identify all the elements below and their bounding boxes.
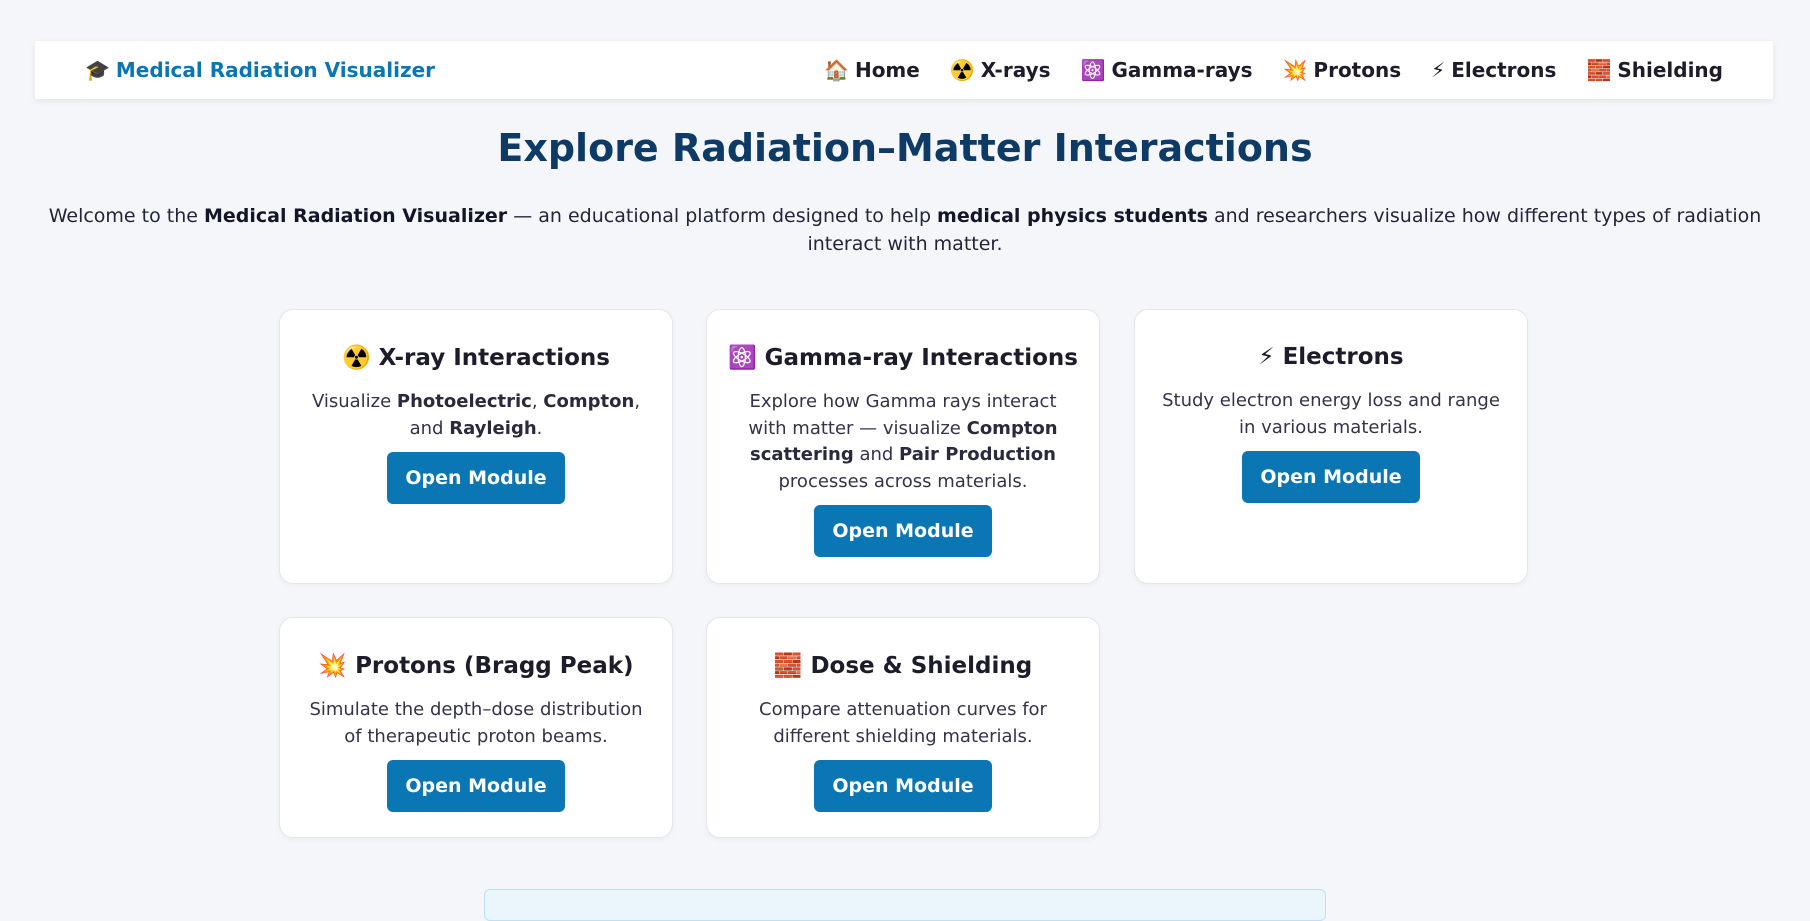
desc-text: , bbox=[531, 391, 544, 412]
card-dose-shielding: 🧱 Dose & Shielding Compare attenuation c… bbox=[706, 617, 1100, 838]
card-description: Study electron energy loss and range in … bbox=[1162, 390, 1500, 438]
card-title-label: Electrons bbox=[1282, 344, 1404, 370]
card-title-label: X-ray Interactions bbox=[378, 344, 610, 371]
desc-bold: Pair Production bbox=[899, 444, 1056, 465]
atom-icon: ⚛️ bbox=[728, 345, 757, 371]
card-protons: 💥 Protons (Bragg Peak) Simulate the dept… bbox=[279, 617, 673, 838]
radioactive-icon: ☢️ bbox=[342, 345, 371, 371]
intro-text: Welcome to the Medical Radiation Visuali… bbox=[30, 202, 1780, 258]
brick-icon: 🧱 bbox=[773, 653, 803, 679]
desc-bold: Rayleigh bbox=[449, 417, 537, 439]
card-title: 💥 Protons (Bragg Peak) bbox=[306, 652, 646, 680]
open-module-button[interactable]: Open Module bbox=[814, 505, 992, 557]
intro-text-part: — an educational platform designed to he… bbox=[507, 205, 938, 227]
nav-item-label: Protons bbox=[1313, 58, 1402, 82]
desc-text: . bbox=[536, 417, 543, 439]
nav-item-electrons[interactable]: ⚡ Electrons bbox=[1431, 58, 1556, 82]
card-title-label: Gamma-ray Interactions bbox=[764, 344, 1078, 371]
info-panel bbox=[484, 889, 1326, 921]
intro-bold-part: Medical Radiation Visualizer bbox=[204, 205, 508, 227]
nav-item-label: Gamma-rays bbox=[1111, 58, 1253, 82]
card-description: Explore how Gamma rays interact with mat… bbox=[733, 389, 1073, 495]
card-title: ☢️ X-ray Interactions bbox=[306, 344, 646, 372]
nav-item-label: Electrons bbox=[1451, 58, 1557, 82]
top-navbar: 🎓 Medical Radiation Visualizer 🏠 Home ☢️… bbox=[35, 41, 1773, 99]
open-module-button[interactable]: Open Module bbox=[1242, 451, 1420, 503]
intro-bold-part: medical physics students bbox=[937, 205, 1208, 227]
card-description: Visualize Photoelectric, Compton, and Ra… bbox=[306, 389, 646, 442]
nav-links: 🏠 Home ☢️ X-rays ⚛️ Gamma-rays 💥 Protons… bbox=[824, 58, 1723, 82]
brand-logo[interactable]: 🎓 Medical Radiation Visualizer bbox=[85, 58, 435, 82]
card-description: Compare attenuation curves for different… bbox=[759, 699, 1047, 747]
desc-text: and bbox=[853, 444, 900, 465]
desc-text: Visualize bbox=[311, 391, 397, 412]
card-description: Simulate the depth–dose distribution of … bbox=[309, 699, 643, 747]
desc-bold: Photoelectric bbox=[396, 391, 532, 412]
collision-icon: 💥 bbox=[1282, 58, 1308, 82]
open-module-button[interactable]: Open Module bbox=[387, 452, 565, 504]
atom-icon: ⚛️ bbox=[1080, 58, 1106, 82]
radioactive-icon: ☢️ bbox=[949, 58, 975, 82]
card-title-label: Protons (Bragg Peak) bbox=[355, 652, 634, 679]
open-module-button[interactable]: Open Module bbox=[387, 760, 565, 812]
card-title: ⚛️ Gamma-ray Interactions bbox=[728, 344, 1078, 372]
card-gamma-ray: ⚛️ Gamma-ray Interactions Explore how Ga… bbox=[706, 309, 1100, 584]
card-title-label: Dose & Shielding bbox=[810, 652, 1033, 679]
nav-item-shielding[interactable]: 🧱 Shielding bbox=[1586, 58, 1723, 82]
card-title: ⚡ Electrons bbox=[1161, 344, 1501, 370]
desc-text: processes across materials. bbox=[778, 470, 1028, 492]
nav-item-protons[interactable]: 💥 Protons bbox=[1283, 58, 1402, 82]
card-x-ray: ☢️ X-ray Interactions Visualize Photoele… bbox=[279, 309, 673, 584]
brick-icon: 🧱 bbox=[1586, 58, 1612, 82]
nav-item-gamma-rays[interactable]: ⚛️ Gamma-rays bbox=[1081, 58, 1253, 82]
page-title: Explore Radiation–Matter Interactions bbox=[497, 126, 1313, 170]
graduation-cap-icon: 🎓 bbox=[85, 58, 110, 82]
nav-item-label: Shielding bbox=[1617, 58, 1723, 82]
card-electrons: ⚡ Electrons Study electron energy loss a… bbox=[1134, 309, 1528, 584]
nav-item-home[interactable]: 🏠 Home bbox=[824, 58, 920, 82]
brand-title: Medical Radiation Visualizer bbox=[115, 58, 436, 82]
open-module-button[interactable]: Open Module bbox=[814, 760, 992, 812]
home-icon: 🏠 bbox=[824, 58, 849, 82]
collision-icon: 💥 bbox=[318, 653, 348, 679]
desc-bold: Compton bbox=[543, 391, 635, 412]
nav-item-label: X-rays bbox=[980, 58, 1051, 82]
nav-item-label: Home bbox=[854, 58, 920, 82]
lightning-icon: ⚡ bbox=[1258, 344, 1275, 370]
card-title: 🧱 Dose & Shielding bbox=[733, 652, 1073, 680]
nav-item-x-rays[interactable]: ☢️ X-rays bbox=[950, 58, 1051, 82]
lightning-icon: ⚡ bbox=[1431, 58, 1446, 82]
intro-text-part: Welcome to the bbox=[48, 205, 204, 227]
